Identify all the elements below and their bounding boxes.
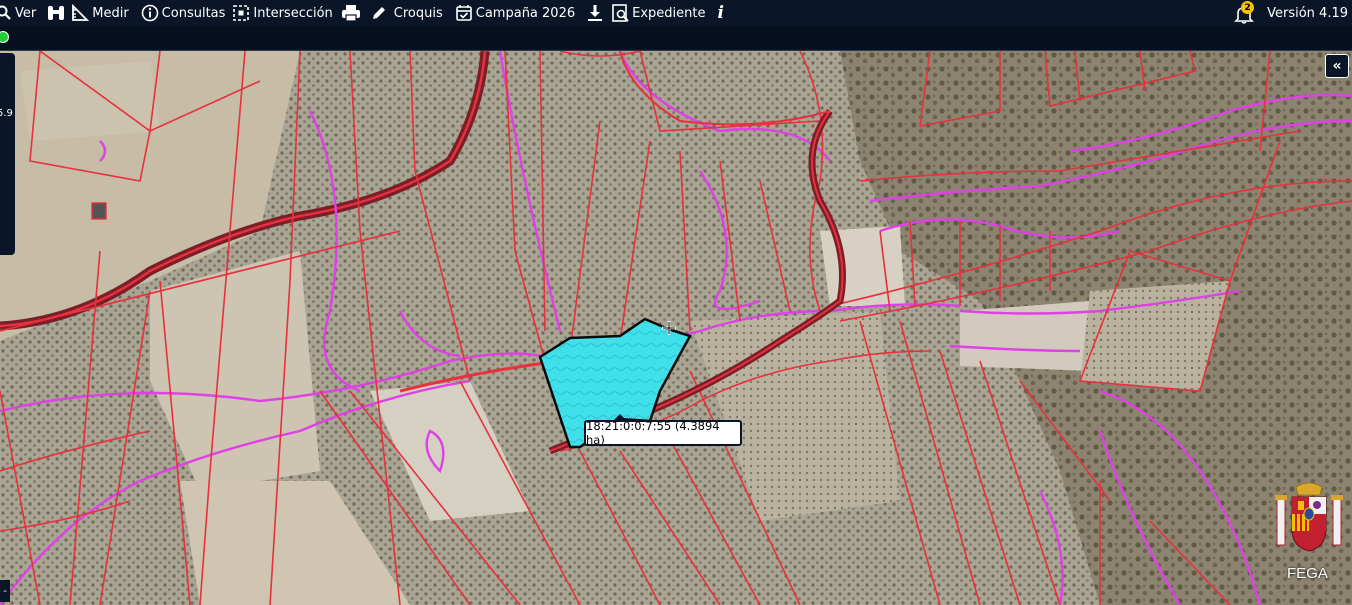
pencil-icon (372, 7, 385, 19)
map-viewer[interactable]: 5.9 « 18:21:0:0:7:55 (4.3894 ha) FEGA - (0, 51, 1352, 605)
ver-button[interactable]: Ver (0, 0, 36, 26)
side-panel-value: 5.9 (0, 108, 13, 119)
ver-label: Ver (15, 5, 37, 21)
printer-icon (341, 5, 360, 22)
print-button[interactable] (341, 0, 361, 26)
ruler-icon (72, 4, 90, 21)
version-label: Versión 4.19 (1267, 5, 1348, 21)
download-icon (588, 5, 603, 21)
download-button[interactable] (587, 0, 603, 26)
croquis-button[interactable]: Croquis (371, 0, 443, 26)
corner-toggle-label: - (3, 585, 7, 597)
parcel-tooltip: 18:21:0:0:7:55 (4.3894 ha) (584, 419, 742, 447)
double-chevron-left-icon: « (1332, 58, 1342, 74)
info-circle-icon (141, 4, 158, 22)
search-document-icon (612, 4, 629, 22)
notifications-button[interactable]: 2 (1233, 1, 1255, 24)
interseccion-label: Intersección (253, 5, 333, 21)
medir-label: Medir (92, 5, 129, 21)
binoculars-button[interactable] (46, 0, 66, 26)
status-bar (0, 26, 1352, 51)
top-toolbar: Ver Medir Consultas Intersección Croquis… (0, 0, 1352, 26)
consultas-label: Consultas (161, 5, 226, 21)
corner-toggle-button[interactable]: - (0, 580, 10, 602)
binoculars-icon (48, 6, 65, 20)
crosshair-icon (662, 321, 676, 335)
croquis-label: Croquis (393, 5, 443, 21)
expediente-button[interactable]: Expediente (611, 0, 705, 26)
calendar-check-icon (455, 5, 472, 21)
campana-button[interactable]: Campaña 2026 (455, 0, 575, 26)
dashed-square-icon (233, 5, 250, 21)
consultas-button[interactable]: Consultas (141, 0, 226, 26)
side-panel[interactable]: 5.9 (0, 53, 15, 255)
magnifier-icon (0, 5, 11, 20)
aerial-map (0, 51, 1352, 605)
collapse-panel-button[interactable]: « (1325, 54, 1349, 78)
interseccion-button[interactable]: Intersección (232, 0, 333, 26)
expediente-label: Expediente (632, 5, 706, 21)
campana-label: Campaña 2026 (475, 5, 576, 21)
spain-coat-of-arms-icon (1275, 482, 1343, 552)
info-button[interactable]: i (717, 0, 723, 26)
parcel-tooltip-text: 18:21:0:0:7:55 (4.3894 ha) (586, 419, 720, 447)
medir-button[interactable]: Medir (71, 0, 129, 26)
fega-logo-text: FEGA (1287, 565, 1328, 582)
italic-i-icon: i (717, 3, 724, 23)
right-tools: 2 Versión 4.19 (1233, 0, 1348, 26)
status-indicator (0, 31, 9, 43)
